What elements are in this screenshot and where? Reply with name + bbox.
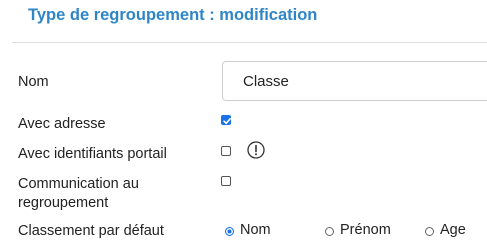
classement-label: Classement par défaut — [18, 223, 164, 239]
communication-label-line1: Communication au — [18, 176, 139, 192]
communication-label-line2: regroupement — [18, 195, 109, 211]
communication-label: Communication au regroupement — [18, 175, 139, 213]
avec-adresse-checkbox[interactable] — [221, 115, 231, 125]
info-icon[interactable] — [247, 141, 265, 159]
avec-adresse-label: Avec adresse — [18, 116, 106, 132]
nom-label: Nom — [18, 74, 49, 90]
communication-checkbox[interactable] — [221, 176, 231, 186]
radio-age-label[interactable]: Age — [440, 222, 466, 238]
divider — [12, 42, 487, 43]
page-title: Type de regroupement : modification — [28, 6, 318, 24]
radio-nom[interactable] — [225, 227, 234, 236]
radio-nom-label[interactable]: Nom — [240, 222, 271, 238]
radio-prenom[interactable] — [325, 227, 334, 236]
checkmark-icon — [223, 118, 231, 125]
avec-identifiants-checkbox[interactable] — [221, 146, 231, 156]
nom-input[interactable] — [222, 61, 487, 101]
radio-age[interactable] — [425, 227, 434, 236]
radio-prenom-label[interactable]: Prénom — [340, 222, 391, 238]
avec-identifiants-label: Avec identifiants portail — [18, 146, 167, 162]
